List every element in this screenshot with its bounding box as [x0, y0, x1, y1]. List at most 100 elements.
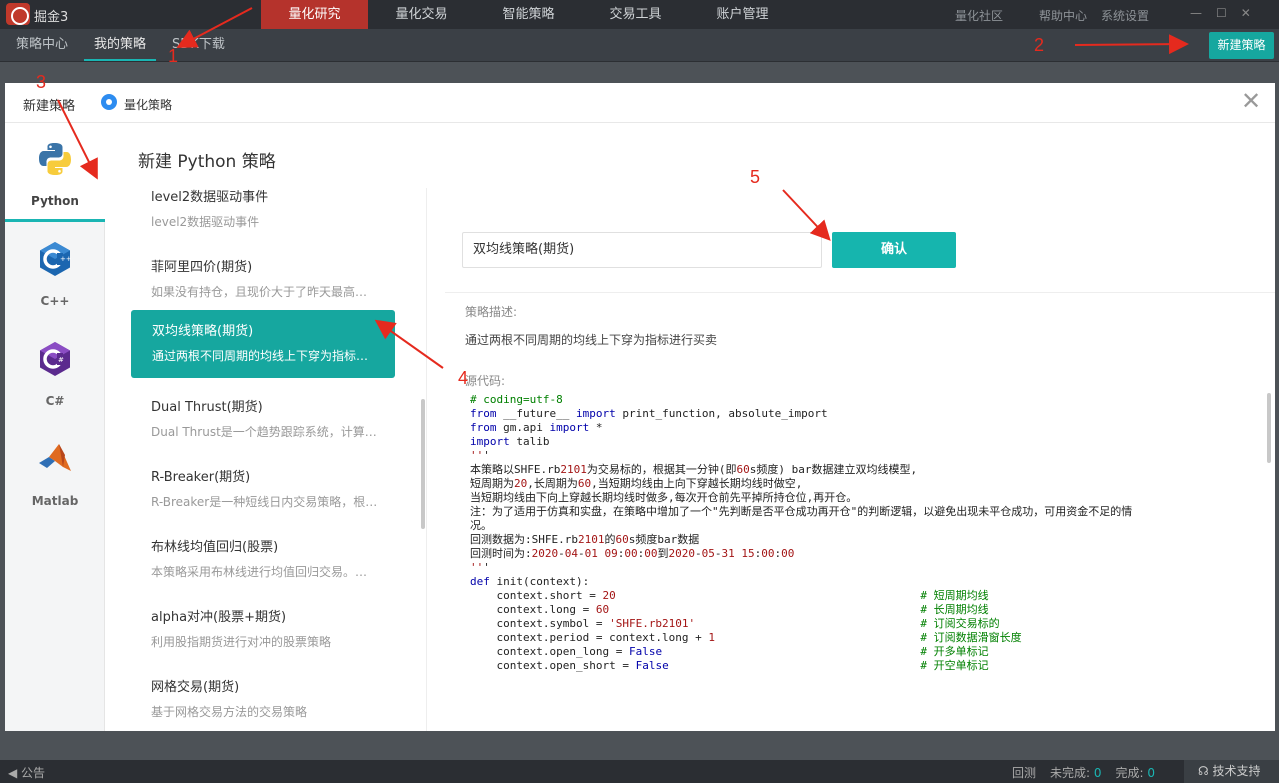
list-item[interactable]: level2数据驱动事件 level2数据驱动事件	[130, 188, 400, 244]
new-strategy-button[interactable]: 新建策略	[1209, 32, 1274, 59]
strategy-name: 菲阿里四价(期货)	[151, 260, 253, 275]
strategy-desc: R-Breaker是一种短线日内交易策略，根据...	[151, 495, 379, 509]
strategy-name-input[interactable]: 双均线策略(期货)	[462, 232, 822, 268]
link-community[interactable]: 量化社区	[955, 7, 1003, 24]
annotation-number: 2	[1034, 35, 1045, 55]
language-sidebar: Python ++ C++ # C# Matlab	[5, 124, 105, 731]
code-line: '''	[470, 561, 490, 574]
code-line: context.open_short = False # 开空单标记	[470, 659, 989, 672]
title-bar: 掘金3 量化研究 量化交易 智能策略 交易工具 账户管理 量化社区 帮助中心 系…	[0, 0, 1279, 29]
topnav-item-trading-tools[interactable]: 交易工具	[582, 0, 689, 29]
app-name: 掘金3	[34, 10, 69, 25]
code-line: 当短期均线由下向上穿越长期均线时做多,每次开仓前先平掉所持仓位,再开仓。	[470, 491, 858, 504]
code-line: from __future__ import print_function, a…	[470, 407, 828, 420]
minimize-icon[interactable]: —	[1190, 6, 1202, 20]
finished-status: 完成: 0	[1116, 764, 1156, 781]
source-code-label: 源代码:	[465, 374, 506, 388]
link-settings[interactable]: 系统设置	[1101, 7, 1149, 24]
code-line: context.open_long = False # 开多单标记	[470, 645, 989, 658]
list-item[interactable]: 网格交易(期货) 基于网格交易方法的交易策略	[130, 666, 400, 731]
code-line: 注：为了适用于仿真和实盘，在策略中增加了一个"先判断是否平仓成功再开仓"的判断逻…	[470, 505, 1133, 518]
support-label: 技术支持	[1212, 764, 1261, 778]
list-item[interactable]: alpha对冲(股票+期货) 利用股指期货进行对冲的股票策略	[130, 596, 400, 664]
maximize-icon[interactable]: ☐	[1216, 6, 1227, 20]
list-item-selected[interactable]: 双均线策略(期货) 通过两根不同周期的均线上下穿为指标进行...	[131, 310, 395, 378]
finished-count: 0	[1147, 766, 1156, 780]
topnav-item-account[interactable]: 账户管理	[689, 0, 796, 29]
lang-label: Python	[31, 194, 79, 208]
list-item[interactable]: R-Breaker(期货) R-Breaker是一种短线日内交易策略，根据...	[130, 456, 400, 524]
code-line: context.period = context.long + 1 # 订阅数据…	[470, 631, 1022, 644]
dialog-header: 新建策略 量化策略 ✕	[5, 83, 1275, 123]
strategy-name: 双均线策略(期货)	[152, 324, 254, 339]
annotation-number: 1	[168, 46, 179, 66]
code-line: 回测数据为:SHFE.rb2101的60s频度bar数据	[470, 533, 700, 546]
strategy-desc: level2数据驱动事件	[151, 215, 260, 229]
code-scrollbar[interactable]	[1267, 393, 1271, 463]
list-item[interactable]: 布林线均值回归(股票) 本策略采用布林线进行均值回归交易。当价...	[130, 526, 400, 594]
list-scrollbar[interactable]	[421, 399, 425, 529]
matlab-icon	[39, 444, 71, 471]
close-icon[interactable]: ✕	[1239, 89, 1263, 113]
code-line: # coding=utf-8	[470, 393, 563, 406]
close-window-icon[interactable]: ✕	[1241, 6, 1251, 20]
lang-python[interactable]: Python	[5, 124, 105, 222]
strategy-template-list: level2数据驱动事件 level2数据驱动事件 菲阿里四价(期货) 如果没有…	[130, 188, 425, 731]
strategy-name: R-Breaker(期货)	[151, 470, 251, 485]
code-line: 本策略以SHFE.rb2101为交易标的，根据其一分钟(即60s频度) bar数…	[470, 463, 918, 476]
new-strategy-dialog: 新建策略 量化策略 ✕ Python ++ C++ # C# Matlab 新建…	[5, 83, 1275, 731]
code-line: from gm.api import *	[470, 421, 603, 434]
task-status: 回测 未完成: 0 完成: 0	[1012, 764, 1155, 781]
cpp-icon: ++	[40, 242, 72, 276]
unfinished-label: 未完成:	[1050, 766, 1091, 780]
source-code-viewer[interactable]: # coding=utf-8 from __future__ import pri…	[470, 393, 1270, 731]
list-item[interactable]: 菲阿里四价(期货) 如果没有持仓，且现价大于了昨天最高价做...	[130, 246, 400, 314]
strategy-name: 网格交易(期货)	[151, 680, 240, 695]
strategy-desc: 利用股指期货进行对冲的股票策略	[151, 635, 332, 649]
notice-link[interactable]: ◀ 公告	[8, 764, 45, 781]
lang-cpp[interactable]: ++ C++	[5, 224, 105, 320]
quant-strategy-radio[interactable]	[101, 94, 117, 110]
topnav-item-smart-strategy[interactable]: 智能策略	[475, 0, 582, 29]
tech-support-button[interactable]: ☊ 技术支持	[1184, 760, 1279, 783]
divider	[445, 292, 1275, 293]
code-line: import talib	[470, 435, 550, 448]
description-text: 通过两根不同周期的均线上下穿为指标进行买卖	[465, 333, 718, 347]
pane-divider	[426, 188, 427, 731]
tab-my-strategy[interactable]: 我的策略	[84, 29, 157, 61]
tab-strategy-center[interactable]: 策略中心	[6, 29, 78, 61]
strategy-name: Dual Thrust(期货)	[151, 400, 263, 415]
svg-text:#: #	[58, 356, 64, 364]
backtest-link[interactable]: 回测	[1012, 764, 1036, 781]
topnav-item-quant-research[interactable]: 量化研究	[261, 0, 368, 29]
python-icon	[39, 143, 71, 175]
code-line: def init(context):	[470, 575, 590, 588]
unfinished-status: 未完成: 0	[1050, 764, 1102, 781]
lang-csharp[interactable]: # C#	[5, 324, 105, 420]
lang-label: C++	[40, 294, 70, 308]
lang-matlab[interactable]: Matlab	[5, 424, 105, 520]
code-line: 回测时间为:2020-04-01 09:00:00到2020-05-31 15:…	[470, 547, 795, 560]
unfinished-count: 0	[1093, 766, 1102, 780]
svg-text:++: ++	[60, 255, 72, 263]
description-label: 策略描述:	[465, 305, 518, 319]
list-item[interactable]: Dual Thrust(期货) Dual Thrust是一个趋势跟踪系统，计算前…	[130, 386, 400, 454]
annotation-number: 3	[36, 72, 47, 92]
megaphone-icon: ◀	[8, 766, 22, 780]
confirm-button[interactable]: 确认	[832, 232, 956, 268]
strategy-desc: 本策略采用布林线进行均值回归交易。当价...	[151, 565, 379, 579]
lang-label: Matlab	[31, 494, 79, 508]
topnav-item-quant-trading[interactable]: 量化交易	[368, 0, 475, 29]
notice-label: 公告	[21, 766, 46, 780]
csharp-icon: #	[40, 342, 70, 376]
lang-label: C#	[45, 394, 65, 408]
link-help[interactable]: 帮助中心	[1039, 7, 1087, 24]
top-links: 量化社区 帮助中心 系统设置	[955, 7, 1149, 24]
dialog-title: 新建策略	[23, 99, 76, 114]
code-line: 况。	[470, 519, 492, 532]
section-title: 新建 Python 策略	[138, 152, 276, 172]
code-line: context.short = 20 # 短周期均线	[470, 589, 989, 602]
top-navigation: 量化研究 量化交易 智能策略 交易工具 账户管理	[261, 0, 796, 29]
strategy-desc: Dual Thrust是一个趋势跟踪系统，计算前N...	[151, 425, 379, 439]
radio-label: 量化策略	[124, 98, 173, 112]
